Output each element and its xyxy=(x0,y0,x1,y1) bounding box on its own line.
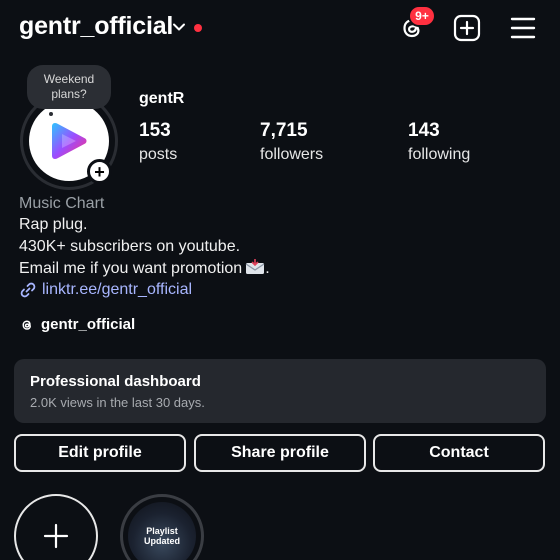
chevron-down-icon[interactable] xyxy=(172,20,186,34)
threads-handle[interactable]: gentr_official xyxy=(41,316,135,333)
hamburger-menu-icon[interactable] xyxy=(507,12,539,44)
category-label: Music Chart xyxy=(19,195,105,212)
unread-dot xyxy=(194,24,202,32)
threads-icon xyxy=(22,319,31,330)
note-bubble[interactable]: Weekend plans? xyxy=(27,65,111,109)
posts-label: posts xyxy=(139,146,178,163)
threads-profile-link[interactable]: gentr_official xyxy=(19,316,135,333)
note-text-line1: Weekend xyxy=(43,72,95,86)
bio-link[interactable]: linktr.ee/gentr_official xyxy=(19,281,192,299)
posts-stat[interactable]: 153 posts xyxy=(139,120,177,164)
dashboard-subtitle: 2.0K views in the last 30 days. xyxy=(30,395,205,410)
plus-square-icon[interactable] xyxy=(451,12,483,44)
posts-count: 153 xyxy=(139,120,171,141)
plus-icon xyxy=(43,523,69,549)
display-name: gentR xyxy=(139,90,185,107)
top-bar: gentr_official 9+ xyxy=(0,0,560,58)
link-icon xyxy=(20,282,36,298)
play-logo-icon xyxy=(52,123,87,159)
edit-profile-button[interactable]: Edit profile xyxy=(14,434,186,472)
following-label: following xyxy=(408,146,471,163)
followers-label: followers xyxy=(260,146,324,163)
username-switcher[interactable]: gentr_official xyxy=(19,12,173,41)
bio-line-text: Email me if you want promotion xyxy=(19,260,243,277)
highlight-story[interactable]: Playlist Updated xyxy=(120,494,204,560)
new-highlight-button[interactable] xyxy=(14,494,98,560)
note-tail xyxy=(49,112,53,116)
highlight-cover-line2: Updated xyxy=(144,536,180,546)
bio: Music Chart Rap plug. 430K+ subscribers … xyxy=(19,194,539,280)
dashboard-title: Professional dashboard xyxy=(30,373,201,390)
share-profile-button[interactable]: Share profile xyxy=(194,434,366,472)
followers-count: 7,715 xyxy=(260,120,308,141)
contact-button[interactable]: Contact xyxy=(373,434,545,472)
note-text-line2: plans? xyxy=(51,87,87,101)
link-text[interactable]: linktr.ee/gentr_official xyxy=(42,281,192,299)
incoming-envelope-icon xyxy=(245,259,265,274)
bio-line: Rap plug. xyxy=(19,216,88,233)
highlight-cover: Playlist Updated xyxy=(128,502,196,560)
notification-badge[interactable]: 9+ xyxy=(408,5,436,27)
professional-dashboard-card[interactable]: Professional dashboard 2.0K views in the… xyxy=(14,359,546,423)
bio-line-email: Email me if you want promotion . xyxy=(19,259,270,277)
following-count: 143 xyxy=(408,120,440,141)
followers-stat[interactable]: 7,715 followers xyxy=(260,120,323,164)
following-stat[interactable]: 143 following xyxy=(408,120,470,164)
highlight-cover-line1: Playlist xyxy=(146,526,178,536)
add-story-button[interactable]: + xyxy=(87,159,112,184)
bio-line: 430K+ subscribers on youtube. xyxy=(19,238,241,255)
